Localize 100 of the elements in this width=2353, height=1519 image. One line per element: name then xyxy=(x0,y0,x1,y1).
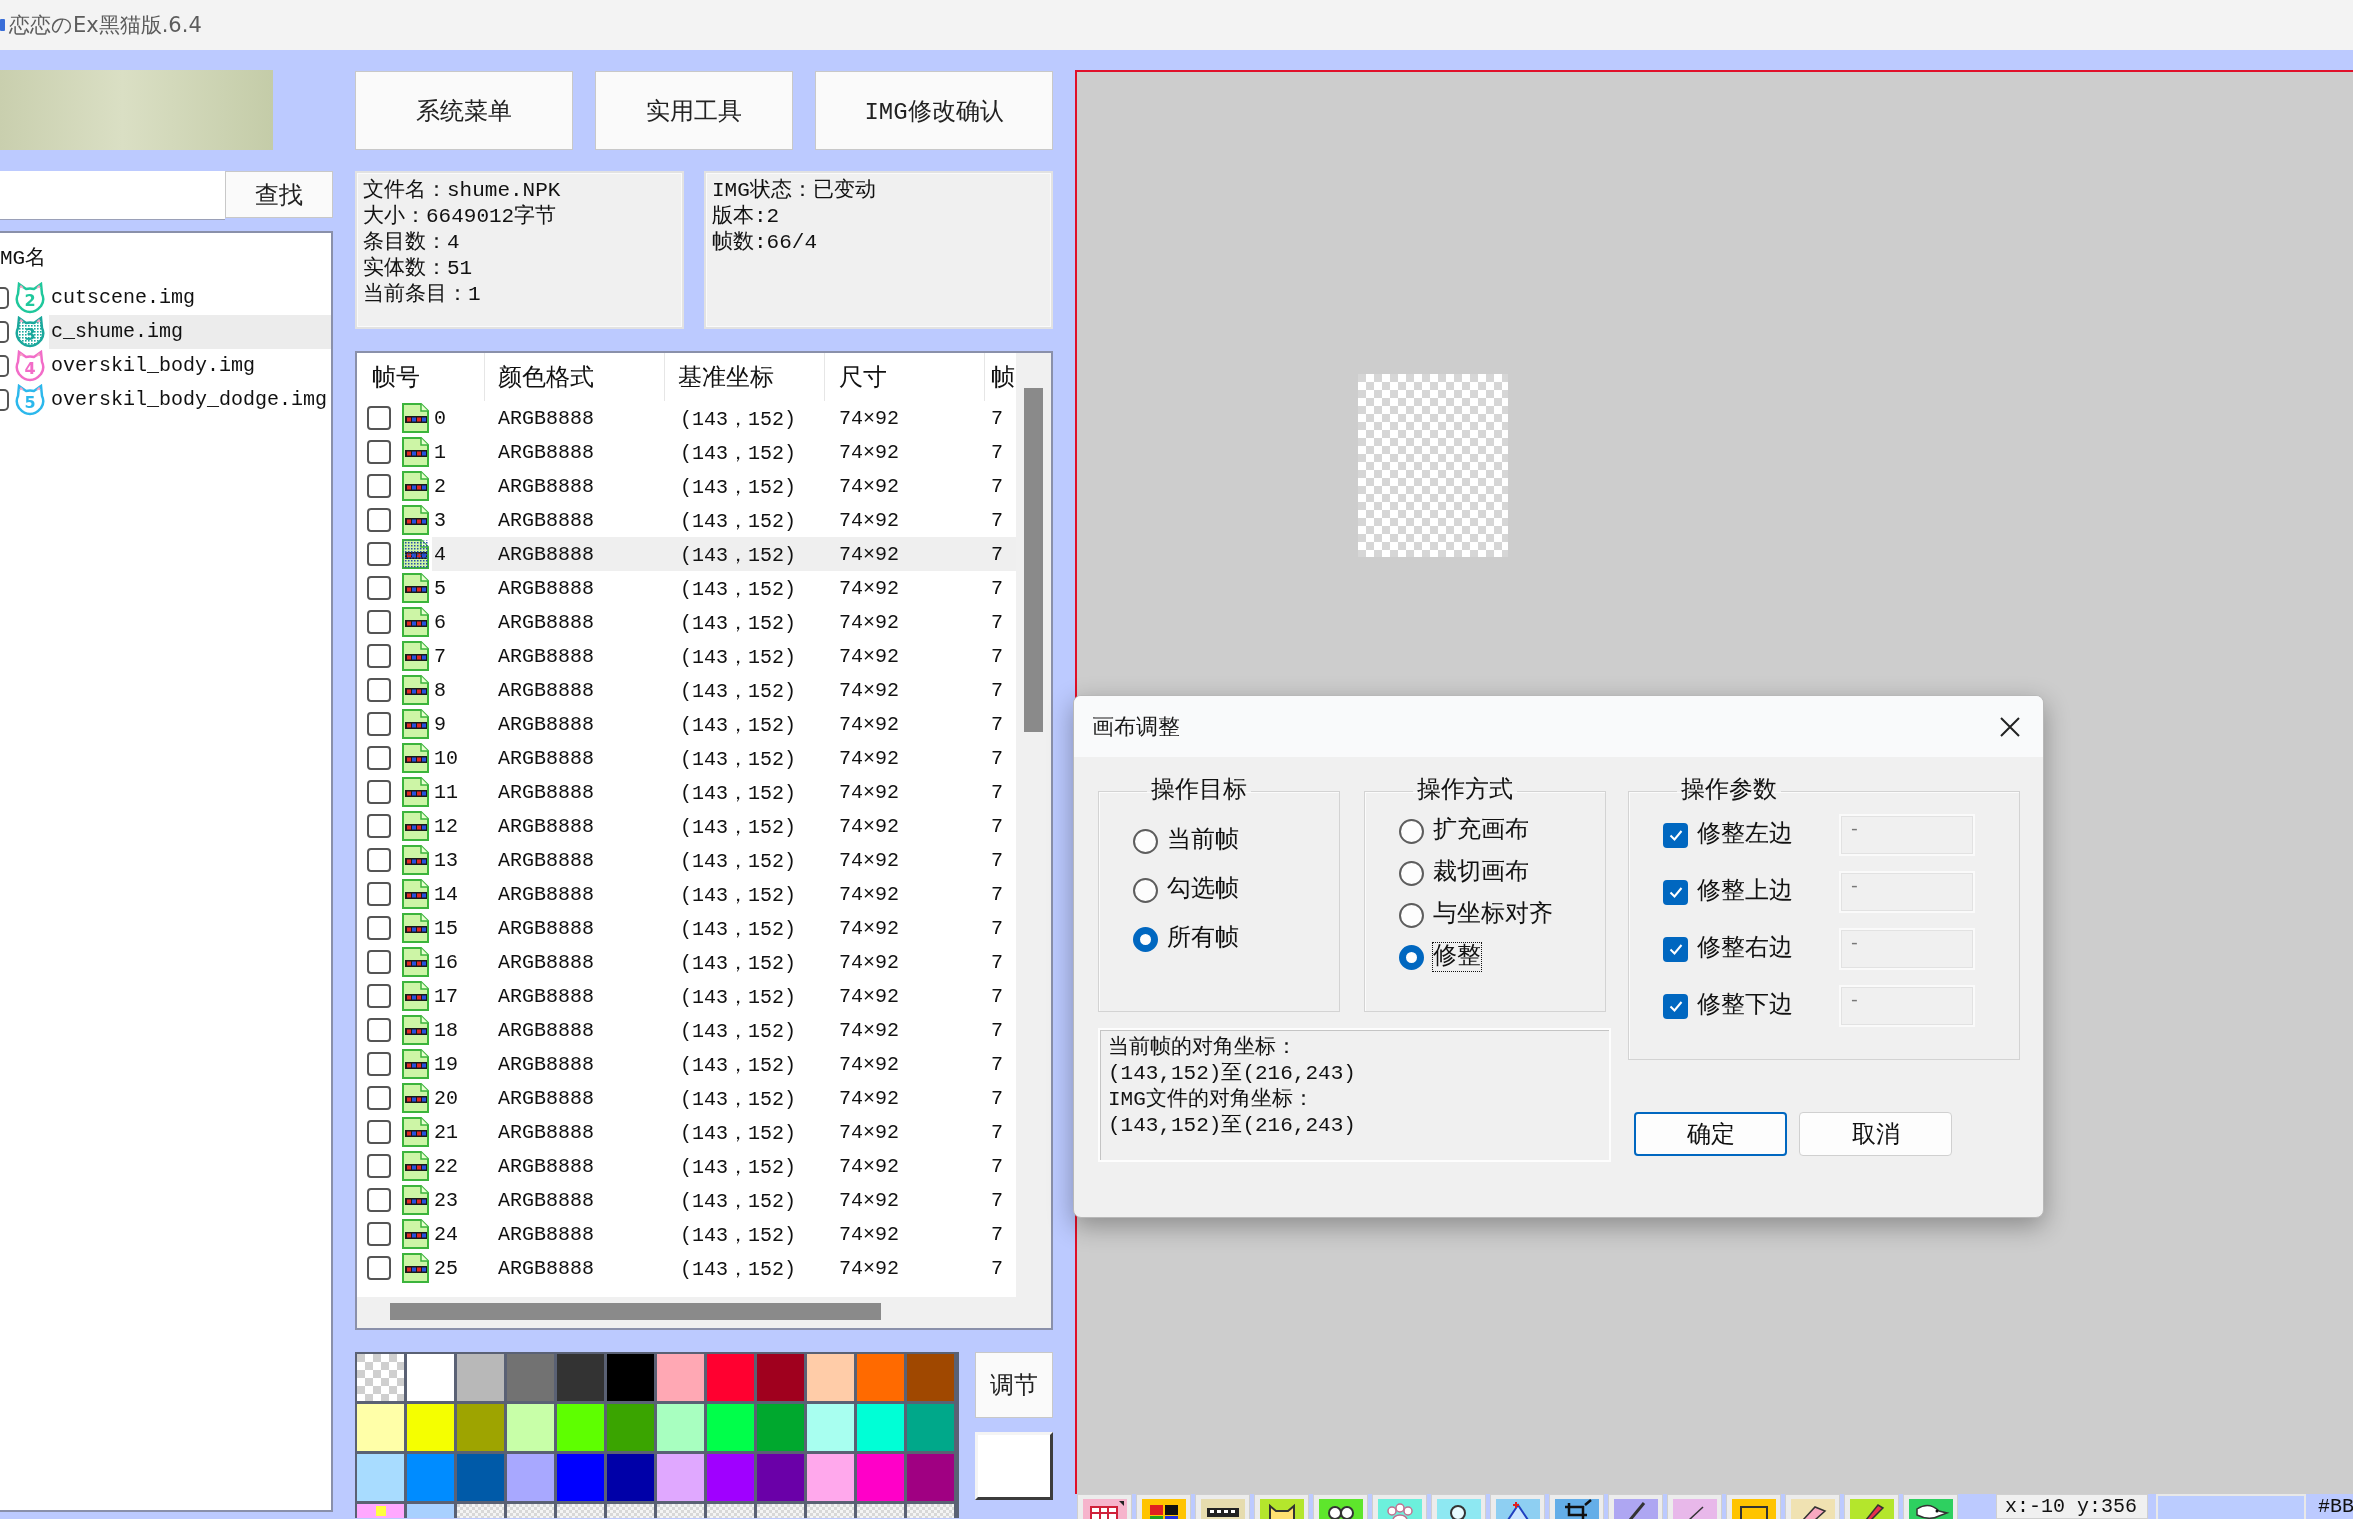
table-row[interactable]: 16 ARGB8888 (143，152) 74×92 7 xyxy=(357,945,1016,979)
tool-button[interactable] xyxy=(1726,1494,1781,1519)
radio-label[interactable]: 所有帧 xyxy=(1166,924,1240,954)
table-row[interactable]: 10 ARGB8888 (143，152) 74×92 7 xyxy=(357,741,1016,775)
radio-label[interactable]: 当前帧 xyxy=(1166,826,1240,856)
table-row[interactable]: 0 ARGB8888 (143，152) 74×92 7 xyxy=(357,401,1016,435)
tool-button[interactable] xyxy=(1254,1494,1309,1519)
checkbox-label[interactable]: 修整左边 xyxy=(1696,820,1794,850)
menu-button[interactable]: 系统菜单 xyxy=(355,71,573,150)
color-swatch[interactable] xyxy=(507,1354,554,1401)
color-swatch[interactable] xyxy=(657,1354,704,1401)
table-row[interactable]: 1 ARGB8888 (143，152) 74×92 7 xyxy=(357,435,1016,469)
img-name[interactable]: overskil_body.img xyxy=(49,349,331,383)
table-row[interactable]: 20 ARGB8888 (143，152) 74×92 7 xyxy=(357,1081,1016,1115)
table-row[interactable]: 25 ARGB8888 (143，152) 74×92 7 xyxy=(357,1251,1016,1285)
color-swatch[interactable] xyxy=(457,1404,504,1451)
checkbox[interactable] xyxy=(367,1188,391,1212)
checkbox[interactable] xyxy=(367,440,391,464)
radio-button[interactable] xyxy=(1133,926,1158,952)
column-header[interactable]: 帧 xyxy=(985,353,1016,401)
checkbox[interactable] xyxy=(367,474,391,498)
radio-label[interactable]: 勾选帧 xyxy=(1166,875,1240,905)
table-row[interactable]: 11 ARGB8888 (143，152) 74×92 7 xyxy=(357,775,1016,809)
radio-label[interactable]: 修整 xyxy=(1432,942,1482,972)
color-swatch[interactable] xyxy=(857,1454,904,1501)
input-field[interactable]: - xyxy=(1839,985,1975,1027)
radio-button[interactable] xyxy=(1399,944,1424,970)
tool-button[interactable] xyxy=(1195,1494,1250,1519)
column-header[interactable]: 帧号 xyxy=(357,353,485,401)
input-field[interactable]: - xyxy=(1839,928,1975,970)
color-swatch[interactable] xyxy=(907,1404,954,1451)
checkbox[interactable] xyxy=(0,355,9,377)
empty-swatch[interactable] xyxy=(907,1504,954,1518)
color-swatch[interactable] xyxy=(907,1454,954,1501)
input-field[interactable]: - xyxy=(1839,871,1975,913)
color-swatch[interactable] xyxy=(557,1354,604,1401)
checkbox[interactable] xyxy=(367,1154,391,1178)
radio-label[interactable]: 与坐标对齐 xyxy=(1432,900,1554,930)
empty-swatch[interactable] xyxy=(507,1504,554,1518)
checkbox[interactable] xyxy=(367,848,391,872)
tool-button[interactable] xyxy=(1136,1494,1191,1519)
color-swatch[interactable] xyxy=(707,1454,754,1501)
checkbox[interactable] xyxy=(1663,879,1688,905)
tool-button[interactable] xyxy=(1903,1494,1958,1519)
table-row[interactable]: 15 ARGB8888 (143，152) 74×92 7 xyxy=(357,911,1016,945)
color-swatch[interactable] xyxy=(557,1454,604,1501)
column-header[interactable]: 颜色格式 xyxy=(485,353,665,401)
tool-button[interactable] xyxy=(1431,1494,1486,1519)
column-header[interactable]: MG名 xyxy=(0,243,47,271)
table-row[interactable]: 8 ARGB8888 (143，152) 74×92 7 xyxy=(357,673,1016,707)
tool-button[interactable] xyxy=(1608,1494,1663,1519)
checkbox[interactable] xyxy=(367,542,391,566)
scrollbar-thumb[interactable] xyxy=(390,1303,881,1320)
adjust-button[interactable]: 调节 xyxy=(975,1352,1053,1418)
table-row[interactable]: 9 ARGB8888 (143，152) 74×92 7 xyxy=(357,707,1016,741)
checkbox[interactable] xyxy=(367,1120,391,1144)
checkbox[interactable] xyxy=(367,984,391,1008)
color-swatch[interactable] xyxy=(857,1404,904,1451)
checkbox[interactable] xyxy=(367,882,391,906)
empty-swatch[interactable] xyxy=(657,1504,704,1518)
empty-swatch[interactable] xyxy=(607,1504,654,1518)
color-swatch[interactable] xyxy=(807,1404,854,1451)
checkbox[interactable] xyxy=(367,678,391,702)
color-swatch[interactable] xyxy=(507,1454,554,1501)
checkbox[interactable] xyxy=(1663,822,1688,848)
table-row[interactable]: 17 ARGB8888 (143，152) 74×92 7 xyxy=(357,979,1016,1013)
table-row[interactable]: 3 ARGB8888 (143，152) 74×92 7 xyxy=(357,503,1016,537)
radio-button[interactable] xyxy=(1399,818,1424,844)
checkbox[interactable] xyxy=(0,287,9,309)
color-swatch[interactable] xyxy=(407,1504,454,1518)
radio-label[interactable]: 裁切画布 xyxy=(1432,858,1530,888)
table-row[interactable]: 23 ARGB8888 (143，152) 74×92 7 xyxy=(357,1183,1016,1217)
radio-button[interactable] xyxy=(1399,860,1424,886)
color-swatch[interactable] xyxy=(407,1454,454,1501)
search-button[interactable]: 查找 xyxy=(225,171,333,218)
table-row[interactable]: 19 ARGB8888 (143，152) 74×92 7 xyxy=(357,1047,1016,1081)
checkbox[interactable] xyxy=(367,814,391,838)
tool-button[interactable] xyxy=(1785,1494,1840,1519)
checkbox[interactable] xyxy=(367,1018,391,1042)
empty-swatch[interactable] xyxy=(707,1504,754,1518)
checkbox[interactable] xyxy=(367,746,391,770)
img-name[interactable]: cutscene.img xyxy=(49,281,331,315)
checkbox[interactable] xyxy=(0,389,9,411)
checkbox[interactable] xyxy=(367,950,391,974)
color-swatch[interactable] xyxy=(407,1404,454,1451)
color-swatch[interactable] xyxy=(357,1454,404,1501)
checkbox[interactable] xyxy=(367,508,391,532)
tool-button[interactable] xyxy=(1844,1494,1899,1519)
color-swatch[interactable] xyxy=(807,1454,854,1501)
search-field[interactable] xyxy=(0,171,225,220)
color-swatch[interactable] xyxy=(857,1354,904,1401)
color-swatch[interactable] xyxy=(607,1404,654,1451)
checkbox-label[interactable]: 修整下边 xyxy=(1696,991,1794,1021)
empty-swatch[interactable] xyxy=(557,1504,604,1518)
empty-swatch[interactable] xyxy=(757,1504,804,1518)
checkbox[interactable] xyxy=(367,1052,391,1076)
table-row[interactable]: 6 ARGB8888 (143，152) 74×92 7 xyxy=(357,605,1016,639)
color-swatch[interactable] xyxy=(707,1354,754,1401)
empty-swatch[interactable] xyxy=(857,1504,904,1518)
color-swatch[interactable] xyxy=(807,1354,854,1401)
